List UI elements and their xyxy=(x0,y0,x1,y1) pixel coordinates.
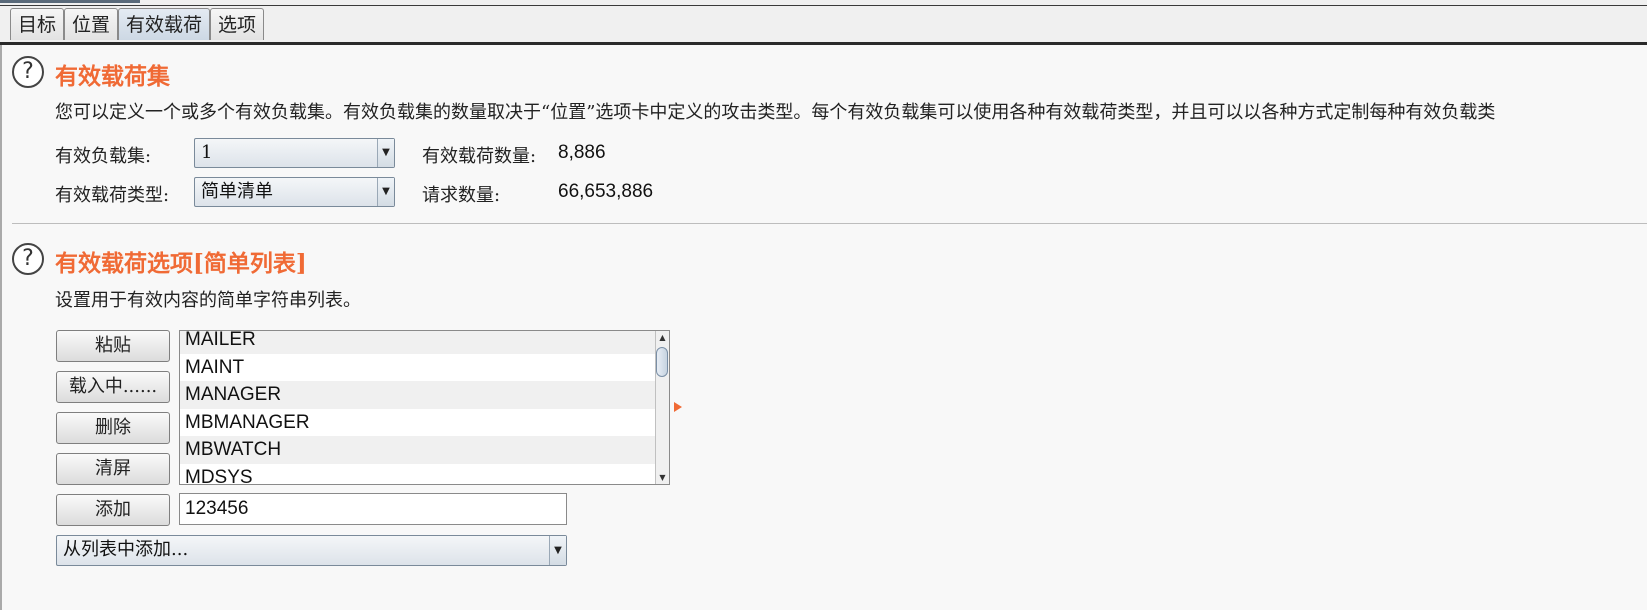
chevron-down-icon[interactable]: ▼ xyxy=(377,139,394,167)
load-button[interactable]: 载入中...... xyxy=(56,371,170,403)
chevron-down-icon[interactable]: ▼ xyxy=(377,178,394,206)
payloads-panel xyxy=(0,45,1647,610)
payload-options-title: 有效载荷选项[简单列表] xyxy=(55,250,307,277)
arrow-right-icon xyxy=(674,402,682,412)
payload-options-description: 设置用于有效内容的简单字符串列表。 xyxy=(55,290,361,311)
section-divider xyxy=(12,223,1647,224)
add-from-list-label: 从列表中添加... xyxy=(63,539,189,560)
payload-count-label: 有效载荷数量: xyxy=(422,146,537,167)
tab-options[interactable]: 选项 xyxy=(210,8,264,40)
tab-positions[interactable]: 位置 xyxy=(64,8,118,40)
scroll-down-icon[interactable]: ▼ xyxy=(656,471,669,484)
list-item[interactable]: MANAGER xyxy=(180,381,656,409)
scroll-thumb[interactable] xyxy=(656,347,668,377)
top-border-segment xyxy=(0,0,140,3)
payload-type-label: 有效载荷类型: xyxy=(55,185,170,206)
remove-button[interactable]: 删除 xyxy=(56,412,170,444)
help-icon[interactable]: ? xyxy=(12,56,44,88)
list-item[interactable]: MBWATCH xyxy=(180,436,656,464)
payload-count-value: 8,886 xyxy=(558,142,606,163)
payload-sets-description: 您可以定义一个或多个有效负载集。有效负载集的数量取决于“位置”选项卡中定义的攻击… xyxy=(55,102,1496,123)
request-count-label: 请求数量: xyxy=(422,185,501,206)
payload-type-value: 简单清单 xyxy=(201,181,273,202)
paste-button[interactable]: 粘贴 xyxy=(56,330,170,362)
list-item[interactable]: MAILER xyxy=(180,331,656,354)
list-item[interactable]: MDSYS xyxy=(180,464,656,485)
tab-payloads[interactable]: 有效载荷 xyxy=(118,8,210,40)
add-from-list-select[interactable]: 从列表中添加... ▼ xyxy=(56,535,567,566)
payload-set-select[interactable]: 1 ▼ xyxy=(194,138,395,168)
list-item[interactable]: MAINT xyxy=(180,354,656,382)
add-button[interactable]: 添加 xyxy=(56,494,170,526)
tab-target[interactable]: 目标 xyxy=(10,8,64,40)
chevron-down-icon[interactable]: ▼ xyxy=(549,536,566,565)
payload-set-value: 1 xyxy=(201,142,213,163)
help-icon[interactable]: ? xyxy=(12,243,44,275)
scroll-up-icon[interactable]: ▲ xyxy=(656,331,669,344)
tab-bar: 目标 位置 有效载荷 选项 xyxy=(0,6,1647,42)
payload-type-select[interactable]: 简单清单 ▼ xyxy=(194,177,395,207)
clear-button[interactable]: 清屏 xyxy=(56,453,170,485)
list-item[interactable]: MBMANAGER xyxy=(180,409,656,437)
request-count-value: 66,653,886 xyxy=(558,181,654,202)
payload-list-rows: MAILER MAINT MANAGER MBMANAGER MBWATCH M… xyxy=(180,331,656,485)
payload-set-label: 有效负载集: xyxy=(55,146,152,167)
payload-sets-title: 有效载荷集 xyxy=(55,63,170,90)
add-item-input[interactable]: 123456 xyxy=(179,493,567,525)
list-scrollbar[interactable]: ▲ ▼ xyxy=(655,331,669,484)
payload-list[interactable]: MAILER MAINT MANAGER MBMANAGER MBWATCH M… xyxy=(179,330,670,485)
